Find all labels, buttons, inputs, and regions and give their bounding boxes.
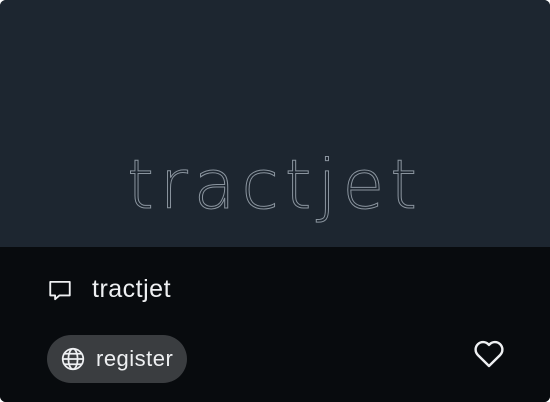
comment-icon [47, 277, 73, 303]
project-name[interactable]: tractjet [92, 275, 171, 304]
register-button[interactable]: register [47, 335, 188, 383]
project-card[interactable]: tractjet tractjet register [0, 0, 550, 402]
heart-icon [472, 337, 506, 371]
favorite-button[interactable] [472, 337, 506, 371]
register-label: register [96, 346, 174, 371]
project-banner: tractjet [0, 0, 550, 247]
banner-logo-text: tractjet [127, 146, 423, 225]
project-name-row: tractjet [47, 275, 171, 304]
card-footer: tractjet register [0, 247, 550, 402]
globe-icon [60, 346, 86, 372]
